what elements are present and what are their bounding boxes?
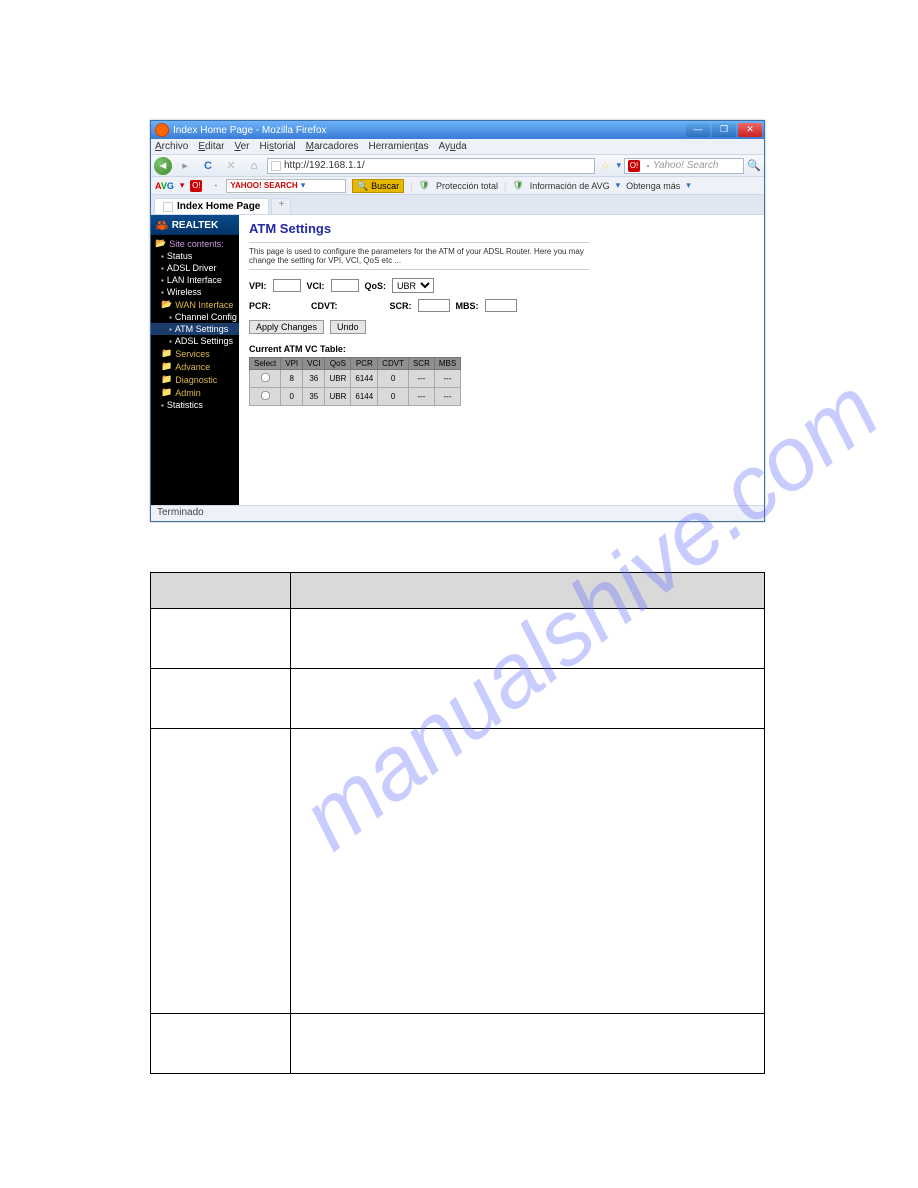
avg-search-input[interactable]: YAHOO! SEARCH ▾ — [226, 179, 346, 193]
sidebar-item-adsl-settings[interactable]: ▪ADSL Settings — [151, 335, 239, 347]
table-row: 8 36 UBR 6144 0 --- --- — [250, 370, 461, 388]
tab-label: Index Home Page — [177, 201, 260, 212]
yahoo-icon: O! — [628, 160, 640, 172]
info-shield-icon: 🛡 — [512, 180, 523, 191]
form-row-1: VPI: VCI: QoS: UBR — [249, 278, 754, 293]
button-row: Apply Changes Undo — [249, 320, 754, 334]
back-button[interactable]: ◄ — [154, 157, 172, 175]
mbs-label: MBS: — [456, 301, 479, 311]
scr-input[interactable] — [418, 299, 450, 312]
maximize-button[interactable]: ❐ — [712, 123, 736, 137]
sidebar-item-adsl-driver[interactable]: ▪ADSL Driver — [151, 262, 239, 274]
row-select-radio[interactable] — [261, 391, 270, 400]
qos-label: QoS: — [365, 281, 387, 291]
address-bar[interactable]: http://192.168.1.1/ — [267, 158, 595, 174]
avg-toolbar: AVG ▾ O! ・ YAHOO! SEARCH ▾ 🔍 Buscar | 🛡 … — [151, 177, 764, 195]
cdvt-label: CDVT: — [311, 301, 338, 311]
table-header-row: Select VPI VCI QoS PCR CDVT SCR MBS — [250, 358, 461, 370]
home-button[interactable]: ⌂ — [244, 157, 264, 175]
titlebar: Index Home Page - Mozilla Firefox — ❐ ✕ — [151, 121, 764, 139]
obtenga-link[interactable]: Obtenga más — [626, 181, 680, 191]
bookmark-star-icon[interactable]: ☆ — [598, 159, 614, 172]
buscar-button[interactable]: 🔍 Buscar — [352, 179, 404, 193]
url-text: http://192.168.1.1/ — [284, 160, 365, 171]
sidebar-item-wireless[interactable]: ▪Wireless — [151, 286, 239, 298]
minimize-button[interactable]: — — [686, 123, 710, 137]
window-title: Index Home Page - Mozilla Firefox — [173, 125, 686, 136]
reload-button[interactable]: C — [198, 157, 218, 175]
sidebar-item-services[interactable]: 📁Services — [151, 347, 239, 360]
close-button[interactable]: ✕ — [738, 123, 762, 137]
mbs-input[interactable] — [485, 299, 517, 312]
vci-input[interactable] — [331, 279, 359, 292]
tab-index-home[interactable]: Index Home Page — [154, 198, 269, 214]
menu-archivo[interactable]: Archivo — [155, 141, 188, 152]
status-text: Terminado — [157, 507, 204, 518]
status-bar: Terminado — [151, 505, 764, 521]
shield-icon: 🛡 — [419, 180, 430, 191]
page-title: ATM Settings — [249, 221, 754, 236]
menu-marcadores[interactable]: Marcadores — [306, 141, 359, 152]
realtek-logo: 🦀 REALTEK — [151, 215, 239, 235]
menu-ayuda[interactable]: Ayuda — [439, 141, 467, 152]
info-avg-link[interactable]: Información de AVG — [530, 181, 610, 191]
search-placeholder: Yahoo! Search — [653, 160, 718, 171]
menu-editar[interactable]: Editar — [198, 141, 224, 152]
scr-label: SCR: — [390, 301, 412, 311]
new-tab-button[interactable]: + — [271, 198, 291, 214]
sidebar-item-wan[interactable]: 📂WAN Interface — [151, 298, 239, 311]
menu-herramientas[interactable]: Herramientas — [368, 141, 428, 152]
sidebar-item-admin[interactable]: 📁Admin — [151, 386, 239, 399]
main-panel: ATM Settings This page is used to config… — [239, 215, 764, 505]
sidebar-item-atm-settings[interactable]: ▪ATM Settings — [151, 323, 239, 335]
sidebar-item-lan[interactable]: ▪LAN Interface — [151, 274, 239, 286]
menu-ver[interactable]: Ver — [234, 141, 249, 152]
stop-button[interactable]: ✕ — [221, 157, 241, 175]
row-select-radio[interactable] — [261, 373, 270, 382]
tab-page-icon — [163, 202, 173, 212]
forward-button[interactable]: ▸ — [175, 157, 195, 175]
sidebar-item-statistics[interactable]: ▪Statistics — [151, 399, 239, 411]
window-controls: — ❐ ✕ — [686, 123, 762, 137]
undo-button[interactable]: Undo — [330, 320, 366, 334]
sidebar-item-diagnostic[interactable]: 📁Diagnostic — [151, 373, 239, 386]
browser-window: Index Home Page - Mozilla Firefox — ❐ ✕ … — [150, 120, 765, 522]
dropdown-icon[interactable]: ▾ — [616, 160, 621, 171]
table-row: 0 35 UBR 6144 0 --- --- — [250, 388, 461, 406]
tab-bar: Index Home Page + — [151, 195, 764, 215]
qos-select[interactable]: UBR — [392, 278, 434, 293]
sidebar-item-advance[interactable]: 📁Advance — [151, 360, 239, 373]
page-content: 🦀 REALTEK 📂Site contents: ▪Status ▪ADSL … — [151, 215, 764, 505]
page-icon — [271, 161, 281, 171]
yahoo-small-icon: O! — [190, 180, 202, 192]
sidebar-item-channel-config[interactable]: ▪Channel Config — [151, 311, 239, 323]
vpi-input[interactable] — [273, 279, 301, 292]
sidebar-header: 📂Site contents: — [151, 237, 239, 250]
proteccion-label[interactable]: Protección total — [436, 181, 498, 191]
search-go-icon[interactable]: 🔍 — [747, 159, 761, 172]
vci-label: VCI: — [307, 281, 325, 291]
crab-icon: 🦀 — [155, 219, 169, 232]
apply-button[interactable]: Apply Changes — [249, 320, 324, 334]
sidebar: 🦀 REALTEK 📂Site contents: ▪Status ▪ADSL … — [151, 215, 239, 505]
firefox-icon — [155, 123, 169, 137]
document-table — [150, 572, 765, 1074]
search-box[interactable]: O! ・ Yahoo! Search — [624, 158, 744, 174]
vpi-label: VPI: — [249, 281, 267, 291]
table-caption: Current ATM VC Table: — [249, 344, 754, 354]
menu-historial[interactable]: Historial — [260, 141, 296, 152]
page-description: This page is used to configure the param… — [249, 242, 589, 270]
atm-vc-table: Select VPI VCI QoS PCR CDVT SCR MBS 8 36… — [249, 357, 461, 406]
pcr-label: PCR: — [249, 301, 271, 311]
menu-bar: Archivo Editar Ver Historial Marcadores … — [151, 139, 764, 155]
avg-logo: AVG — [155, 181, 174, 191]
sidebar-item-status[interactable]: ▪Status — [151, 250, 239, 262]
form-row-2: PCR: CDVT: SCR: MBS: — [249, 299, 754, 312]
nav-toolbar: ◄ ▸ C ✕ ⌂ http://192.168.1.1/ ☆ ▾ O! ・ Y… — [151, 155, 764, 177]
